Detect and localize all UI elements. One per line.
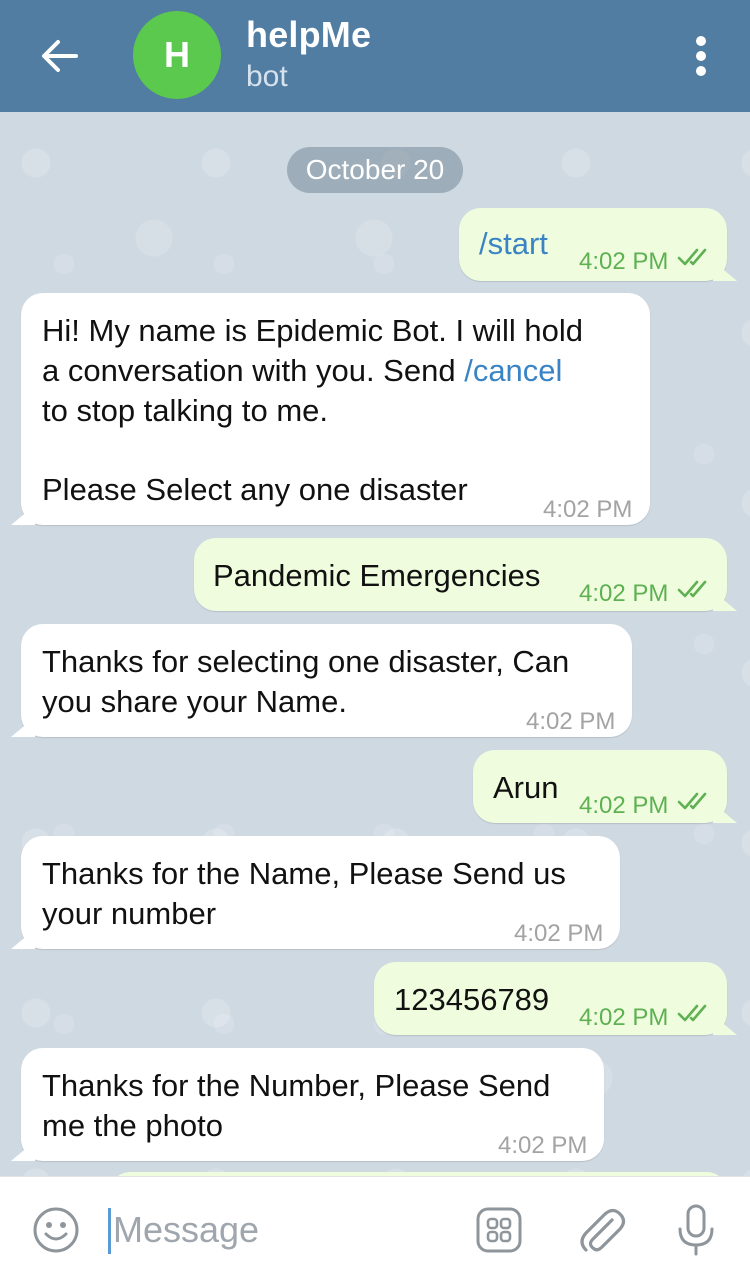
- message-time: 4:02 PM: [579, 792, 669, 819]
- message-time: 4:02 PM: [526, 708, 616, 735]
- message-time: 4:02 PM: [498, 1132, 588, 1159]
- outgoing-message[interactable]: Arun 4:02 PM: [473, 750, 727, 823]
- outgoing-message[interactable]: /start 4:02 PM: [459, 208, 727, 281]
- message-time: 4:02 PM: [579, 248, 669, 275]
- message-text: Please Select any one disaster: [42, 472, 468, 507]
- bot-commands-button[interactable]: [475, 1206, 523, 1254]
- message-list[interactable]: October 20 /start 4:02 PM Hi! My name is…: [0, 112, 750, 1176]
- bot-keyboard-icon: [476, 1207, 522, 1253]
- message-text: 123456789: [394, 982, 550, 1017]
- message-text: Pandemic Emergencies: [213, 558, 541, 593]
- cancel-command-link[interactable]: /cancel: [464, 353, 562, 388]
- date-separator: October 20: [287, 147, 463, 193]
- message-text: Thanks for selecting one disaster, Can: [42, 644, 570, 679]
- message-text: you share your Name.: [42, 684, 347, 719]
- chat-title[interactable]: helpMe: [246, 14, 371, 56]
- incoming-message[interactable]: Thanks for the Name, Please Send us your…: [21, 836, 620, 949]
- chat-subtitle: bot: [246, 60, 288, 93]
- double-check-icon: [677, 792, 707, 810]
- message-input[interactable]: [113, 1207, 453, 1253]
- message-text: Hi! My name is Epidemic Bot. I will hold: [42, 313, 583, 348]
- message-text: Thanks for the Name, Please Send us: [42, 856, 566, 891]
- message-text: a conversation with you. Send /cancel: [42, 353, 563, 388]
- text-cursor: [108, 1208, 111, 1254]
- microphone-icon: [678, 1204, 714, 1256]
- more-options-button[interactable]: [688, 32, 714, 80]
- message-text: your number: [42, 896, 217, 931]
- message-time: 4:02 PM: [514, 920, 604, 947]
- emoji-button[interactable]: [32, 1206, 80, 1254]
- attach-button[interactable]: [576, 1204, 626, 1256]
- more-vertical-icon: [696, 36, 706, 46]
- arrow-left-icon: [42, 40, 78, 72]
- message-composer: [0, 1176, 750, 1281]
- message-text: to stop talking to me.: [42, 393, 329, 428]
- message-text: Arun: [493, 770, 559, 805]
- incoming-message[interactable]: Thanks for the Number, Please Send me th…: [21, 1048, 604, 1161]
- message-text[interactable]: /start: [479, 224, 548, 264]
- double-check-icon: [677, 580, 707, 598]
- message-time: 4:02 PM: [579, 580, 669, 607]
- paperclip-icon: [580, 1208, 626, 1252]
- voice-message-button[interactable]: [676, 1203, 716, 1257]
- outgoing-message[interactable]: Pandemic Emergencies 4:02 PM: [194, 538, 727, 611]
- smile-icon: [33, 1207, 79, 1253]
- chat-header: H helpMe bot: [0, 0, 750, 112]
- incoming-message[interactable]: Hi! My name is Epidemic Bot. I will hold…: [21, 293, 650, 525]
- avatar[interactable]: H: [133, 11, 221, 99]
- double-check-icon: [677, 1004, 707, 1022]
- back-button[interactable]: [38, 34, 82, 78]
- message-text: me the photo: [42, 1108, 223, 1143]
- message-text: Thanks for the Number, Please Send: [42, 1068, 551, 1103]
- double-check-icon: [677, 248, 707, 266]
- message-time: 4:02 PM: [579, 1004, 669, 1031]
- incoming-message[interactable]: Thanks for selecting one disaster, Can y…: [21, 624, 632, 737]
- message-time: 4:02 PM: [543, 496, 633, 523]
- outgoing-message[interactable]: 123456789 4:02 PM: [374, 962, 727, 1035]
